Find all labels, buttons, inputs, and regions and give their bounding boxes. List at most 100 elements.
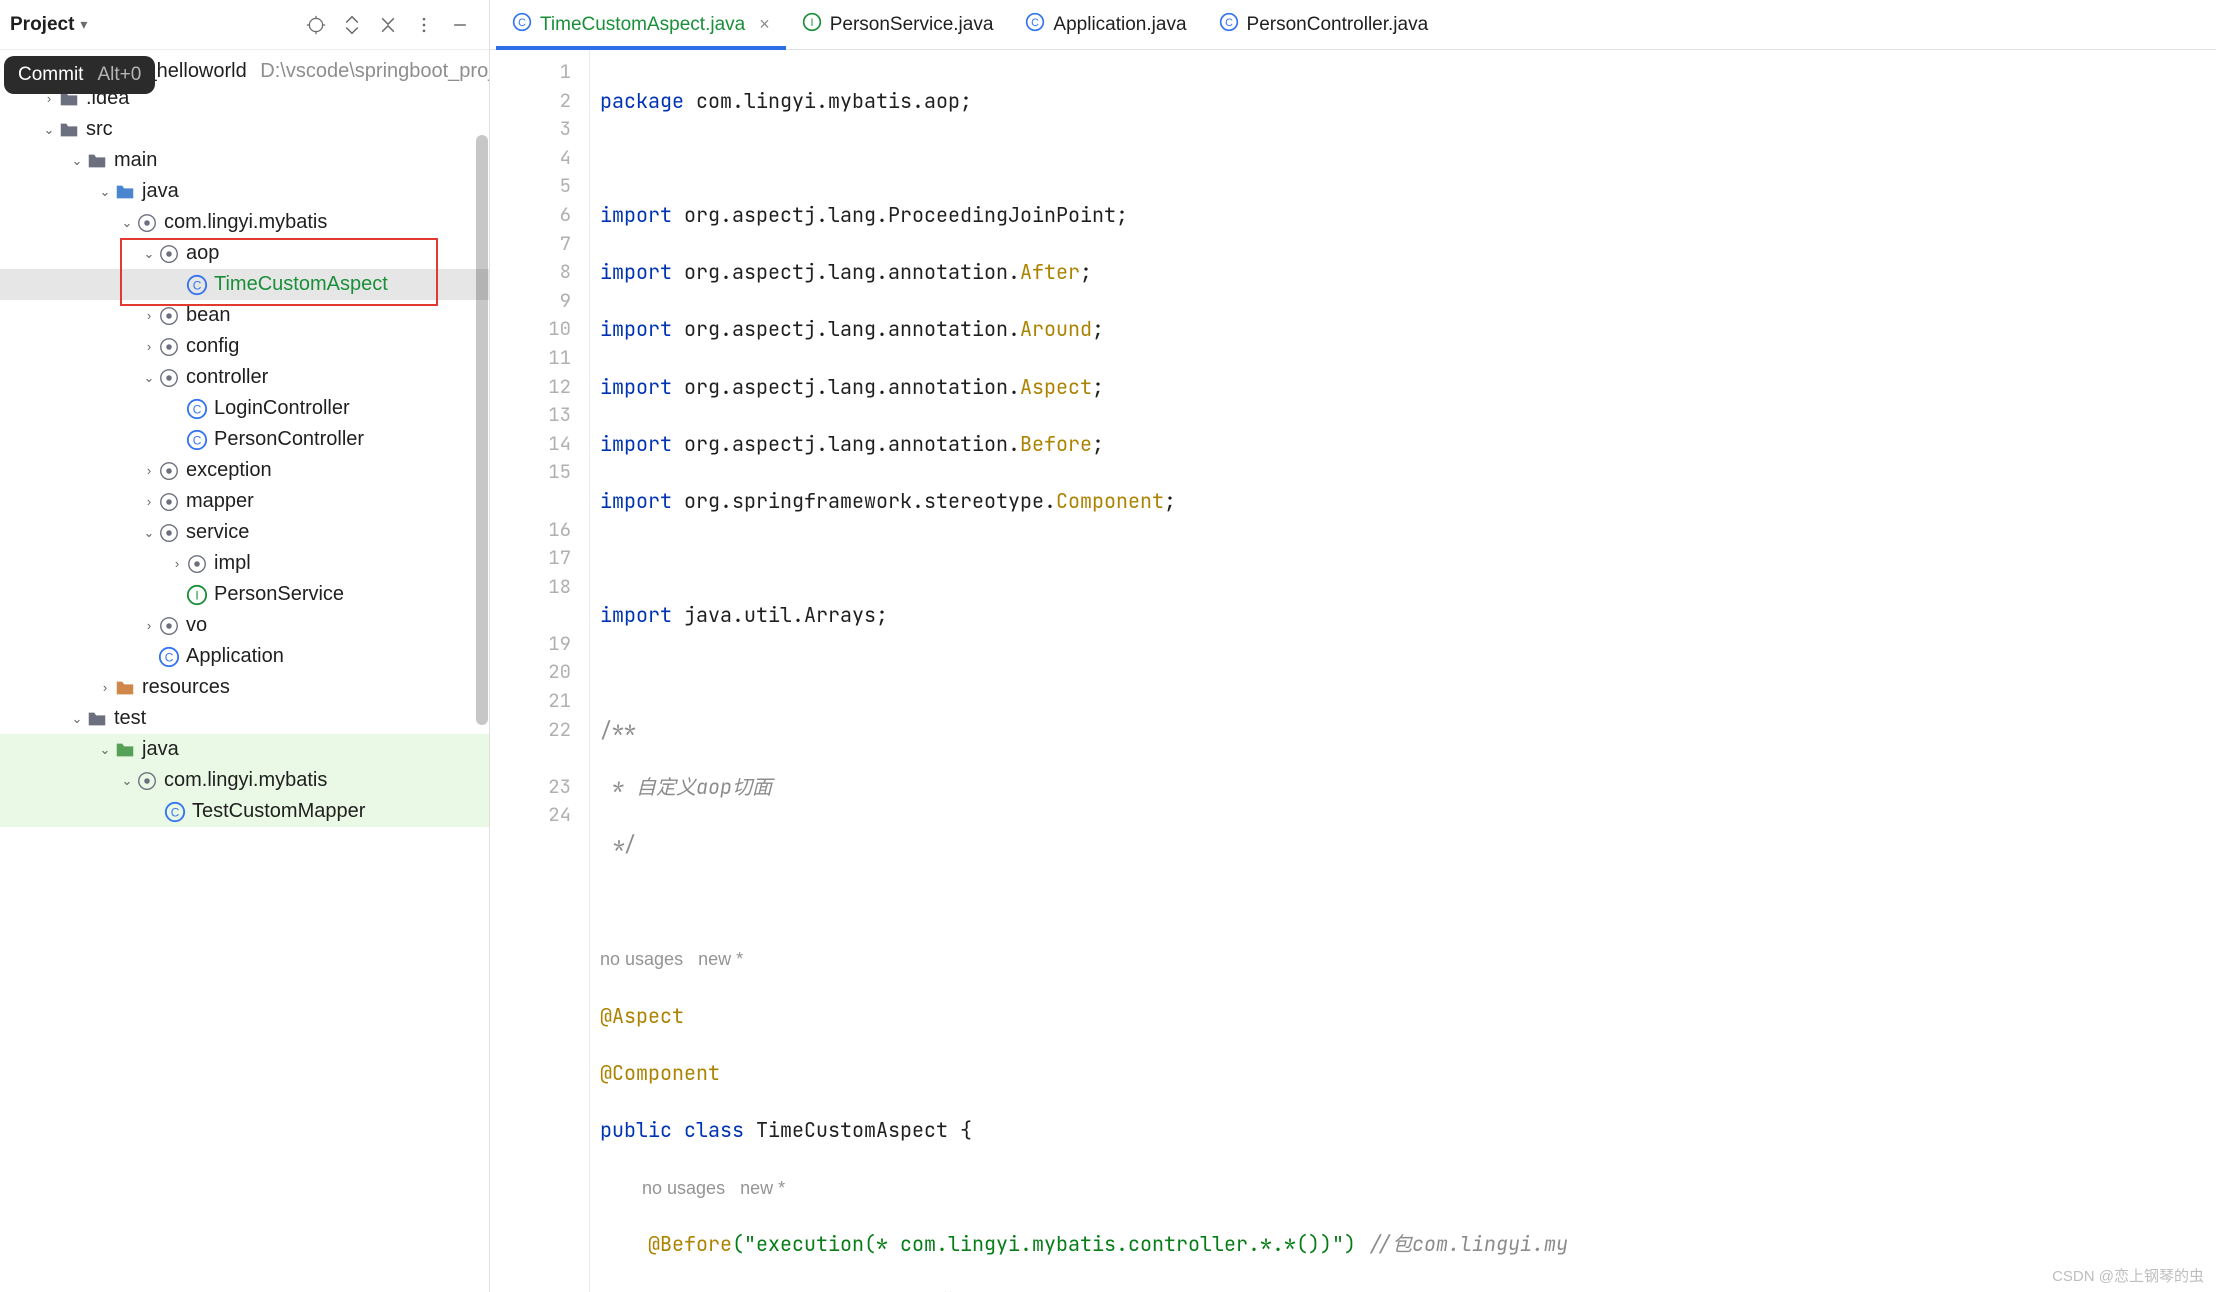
commit-tooltip: Commit Alt+0 (4, 56, 155, 94)
more-icon[interactable] (409, 10, 439, 40)
svg-text:I: I (810, 17, 813, 29)
chevron-right-icon: › (140, 339, 158, 354)
tree-item-java[interactable]: ⌄ java (0, 176, 489, 207)
tree-item-main[interactable]: ⌄ main (0, 145, 489, 176)
close-icon[interactable]: × (759, 14, 770, 35)
tree-item-aop[interactable]: ⌄ aop (0, 238, 489, 269)
tree-item-login-controller[interactable]: · C LoginController (0, 393, 489, 424)
code-editor[interactable]: 1 2 3 4 5 6 7 8 9 10 11 12 13 14 15 16 1… (490, 50, 2216, 1292)
tree-label: LoginController (214, 397, 350, 420)
folder-icon (86, 708, 108, 730)
tree-label: com.lingyi.mybatis (164, 211, 327, 234)
tree-label: controller (186, 366, 268, 389)
watermark: CSDN @恋上钢琴的虫 (2052, 1265, 2204, 1286)
package-icon (158, 615, 180, 637)
class-icon: C (1025, 12, 1045, 38)
class-icon: C (1219, 12, 1239, 38)
tab-person-controller[interactable]: C PersonController.java (1203, 0, 1445, 49)
tab-label: TimeCustomAspect.java (540, 14, 745, 36)
chevron-right-icon: › (140, 463, 158, 478)
tree-item-service[interactable]: ⌄ service (0, 517, 489, 548)
tree-label: test (114, 707, 146, 730)
test-folder-icon (114, 739, 136, 761)
tree-item-bean[interactable]: › bean (0, 300, 489, 331)
tree-item-time-aspect[interactable]: · C TimeCustomAspect (0, 269, 489, 300)
package-icon (136, 212, 158, 234)
tree-label: exception (186, 459, 272, 482)
tree-item-test-mapper[interactable]: · C TestCustomMapper (0, 796, 489, 827)
tree-item-vo[interactable]: › vo (0, 610, 489, 641)
tree-item-test-pkg[interactable]: ⌄ com.lingyi.mybatis (0, 765, 489, 796)
tab-person-service[interactable]: I PersonService.java (786, 0, 1010, 49)
tree-item-person-service[interactable]: · I PersonService (0, 579, 489, 610)
project-tree[interactable]: › .idea ⌄ src ⌄ main ⌄ java ⌄ (0, 83, 489, 1292)
editor-panel: C TimeCustomAspect.java × I PersonServic… (490, 0, 2216, 1292)
package-icon (158, 491, 180, 513)
svg-text:C: C (193, 278, 202, 292)
svg-text:C: C (165, 650, 174, 664)
tree-item-pkg[interactable]: ⌄ com.lingyi.mybatis (0, 207, 489, 238)
tab-label: PersonController.java (1247, 14, 1429, 36)
minimize-icon[interactable] (445, 10, 475, 40)
chevron-down-icon: ⌄ (68, 711, 86, 727)
tree-item-test[interactable]: ⌄ test (0, 703, 489, 734)
tree-item-impl[interactable]: › impl (0, 548, 489, 579)
code-area[interactable]: package com.lingyi.mybatis.aop; import o… (590, 50, 2216, 1292)
chevron-down-icon[interactable]: ▾ (80, 16, 87, 33)
package-icon (158, 460, 180, 482)
tree-item-resources[interactable]: › resources (0, 672, 489, 703)
package-icon (136, 770, 158, 792)
tree-item-test-java[interactable]: ⌄ java (0, 734, 489, 765)
package-icon (158, 336, 180, 358)
chevron-down-icon: ⌄ (140, 246, 158, 262)
tab-label: PersonService.java (830, 14, 994, 36)
inlay-hint: no usages new * (600, 949, 743, 969)
tooltip-shortcut: Alt+0 (97, 64, 141, 86)
tree-label: impl (214, 552, 251, 575)
tree-item-exception[interactable]: › exception (0, 455, 489, 486)
chevron-down-icon: ⌄ (118, 215, 136, 231)
collapse-all-icon[interactable] (373, 10, 403, 40)
tab-label: Application.java (1053, 14, 1186, 36)
tree-item-src[interactable]: ⌄ src (0, 114, 489, 145)
tree-label: java (142, 180, 179, 203)
tab-application[interactable]: C Application.java (1009, 0, 1202, 49)
gutter: 1 2 3 4 5 6 7 8 9 10 11 12 13 14 15 16 1… (490, 50, 590, 1292)
tree-label: PersonService (214, 583, 344, 606)
tree-item-person-controller[interactable]: · C PersonController (0, 424, 489, 455)
chevron-right-icon: › (140, 308, 158, 323)
tree-label: java (142, 738, 179, 761)
project-panel-header: Project ▾ (0, 0, 489, 50)
expand-all-icon[interactable] (337, 10, 367, 40)
interface-icon: I (186, 584, 208, 606)
tree-label: com.lingyi.mybatis (164, 769, 327, 792)
tree-label: main (114, 149, 157, 172)
tree-label: service (186, 521, 249, 544)
tree-item-config[interactable]: › config (0, 331, 489, 362)
tab-time-aspect[interactable]: C TimeCustomAspect.java × (496, 0, 786, 49)
tree-item-controller[interactable]: ⌄ controller (0, 362, 489, 393)
interface-icon: I (802, 12, 822, 38)
chevron-right-icon: › (140, 618, 158, 633)
source-folder-icon (114, 181, 136, 203)
tree-label: TimeCustomAspect (214, 273, 388, 296)
tree-item-application[interactable]: · C Application (0, 641, 489, 672)
scrollbar-thumb[interactable] (476, 135, 488, 725)
inlay-hint: no usages new * (642, 1178, 785, 1198)
class-icon: C (186, 274, 208, 296)
chevron-down-icon: ⌄ (68, 153, 86, 169)
tree-item-mapper[interactable]: › mapper (0, 486, 489, 517)
package-icon (186, 553, 208, 575)
tree-label: Application (186, 645, 284, 668)
class-icon: C (512, 12, 532, 38)
chevron-down-icon: ⌄ (140, 525, 158, 541)
class-icon: C (164, 801, 186, 823)
package-icon (158, 367, 180, 389)
svg-text:C: C (193, 433, 202, 447)
locate-icon[interactable] (301, 10, 331, 40)
chevron-right-icon: › (96, 680, 114, 695)
chevron-down-icon: ⌄ (118, 773, 136, 789)
chevron-down-icon: ⌄ (96, 184, 114, 200)
panel-title[interactable]: Project (10, 14, 74, 36)
tree-label: src (86, 118, 113, 141)
